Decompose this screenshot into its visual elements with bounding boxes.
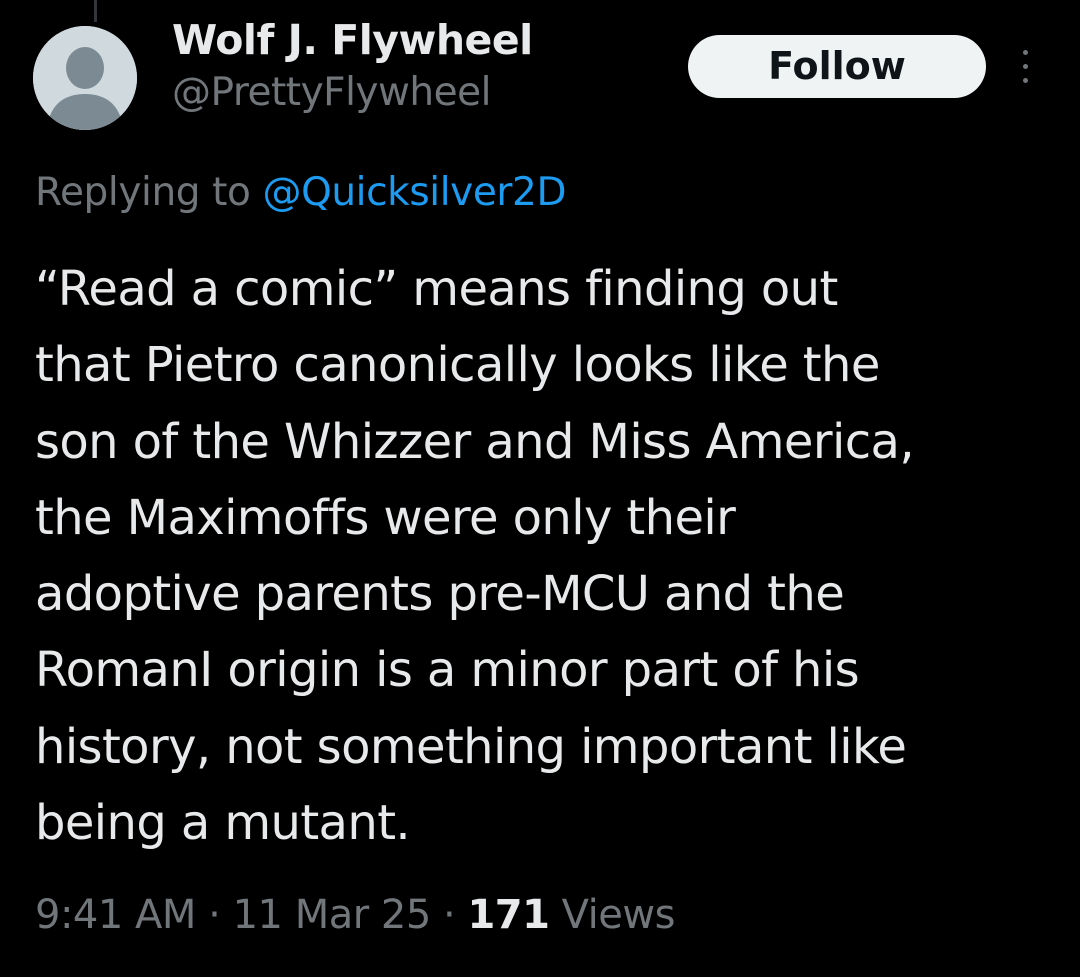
tweet-meta: 9:41 AM · 11 Mar 25 · 171 Views [35,883,675,947]
tweet-text-line: being a mutant. [35,795,411,852]
thread-connector-line [94,0,97,22]
tweet-text-line: “Read a comic” means finding out [35,261,838,317]
follow-button[interactable]: Follow [688,35,986,98]
more-vertical-icon [1023,64,1028,69]
replying-to: Replying to @Quicksilver2D [35,166,566,220]
tweet-text-line: history, not something important like [35,718,907,775]
replying-to-prefix: Replying to [35,170,263,215]
avatar[interactable] [33,26,137,130]
user-handle[interactable]: @PrettyFlywheel [172,68,533,118]
tweet-text: “Read a comic” means finding out that Pi… [35,251,1075,861]
more-vertical-icon [1023,78,1028,83]
more-options-button[interactable] [1008,46,1042,88]
tweet-date[interactable]: 11 Mar 25 [233,892,432,938]
reply-handle-link[interactable]: @Quicksilver2D [262,170,566,215]
tweet-text-line: that Pietro canonically looks like the [35,337,880,394]
display-name[interactable]: Wolf J. Flywheel [172,12,533,68]
meta-separator: · [195,892,233,938]
tweet-text-line: the Maximoffs were only their [35,489,736,546]
meta-separator: · [430,892,468,938]
default-profile-icon [33,26,137,130]
views-label: Views [549,892,676,938]
views-count[interactable]: 171 [467,892,550,938]
tweet-text-line: adoptive parents pre-MCU and the [35,566,845,623]
user-info: Wolf J. Flywheel @PrettyFlywheel [172,12,533,118]
tweet-text-line: son of the Whizzer and Miss America, [35,413,915,470]
more-vertical-icon [1023,50,1028,55]
tweet-text-line: RomanI origin is a minor part of his [35,642,860,699]
tweet-time[interactable]: 9:41 AM [35,892,196,938]
